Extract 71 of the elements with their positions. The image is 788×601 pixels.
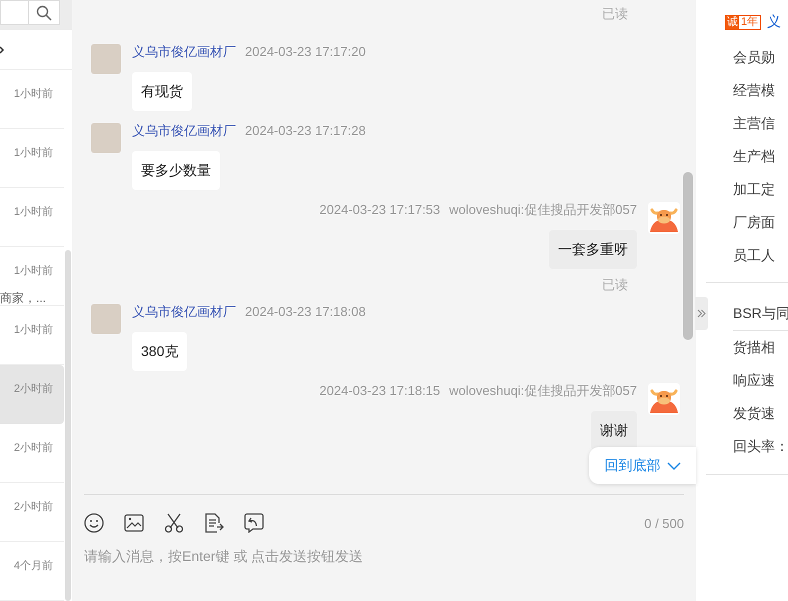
sender-name: woloveshuqi:促佳搜品开发部057 (449, 383, 637, 399)
double-chevron-icon (697, 309, 706, 318)
message-time: 2024-03-23 17:18:15 (319, 383, 440, 399)
conversation-time: 1小时前 (14, 265, 53, 278)
conversation-item[interactable]: 1小时前 (0, 70, 64, 129)
sender-name: 义乌市俊亿画材厂 (132, 44, 236, 60)
message-undo-icon[interactable] (244, 513, 264, 533)
message-time: 2024-03-23 17:17:53 (319, 202, 440, 218)
info-label: 员工人 (732, 246, 776, 265)
message-time: 2024-03-23 17:17:28 (245, 123, 366, 139)
conversation-time: 2小时前 (14, 501, 53, 514)
sender-name: woloveshuqi:促佳搜品开发部057 (449, 202, 637, 218)
expand-button[interactable] (695, 297, 708, 330)
chevron-icon[interactable] (0, 46, 5, 54)
info-label: 加工定 (732, 180, 776, 199)
shop-name-link[interactable]: 义 (767, 13, 782, 31)
scissors-icon[interactable] (164, 513, 184, 533)
search-icon (36, 4, 52, 20)
cow-avatar (648, 202, 680, 234)
photo-placeholder (91, 123, 121, 153)
scrollbar[interactable] (65, 250, 71, 601)
conversation-time: 4个月前 (14, 560, 53, 573)
message-bubble: 有现货 (132, 72, 192, 111)
photo-placeholder (91, 44, 121, 74)
rating-label: 发货速 (732, 404, 776, 423)
chevron-down-icon (666, 462, 680, 470)
image-icon[interactable] (124, 514, 144, 532)
conversation-time: 1小时前 (14, 88, 53, 101)
rating-label: 货描相 (732, 338, 776, 357)
conversation-time: 2小时前 (14, 442, 53, 455)
rating-label: BSR与同 (733, 297, 788, 331)
character-count: 0 / 500 (644, 516, 684, 530)
conversation-item[interactable]: 4个月前 (0, 542, 64, 601)
info-label: 生产档 (732, 147, 776, 166)
message-time: 2024-03-23 17:18:08 (245, 304, 366, 320)
back-to-bottom-button[interactable]: 回到底部 (589, 447, 696, 484)
integrity-badge: 诚 1年 (725, 14, 762, 30)
message-bubble: 一套多重呀 (549, 230, 637, 269)
conversation-item[interactable]: 2小时前 (0, 365, 64, 424)
conversation-time: 1小时前 (14, 147, 53, 160)
rating-label: 响应速 (732, 371, 776, 390)
conversation-item[interactable]: 1小时前 (0, 129, 64, 188)
conversation-item[interactable]: 1小时前 商家，... (0, 247, 64, 306)
info-label: 会员勋 (732, 48, 776, 67)
conversation-item[interactable]: 2小时前 (0, 424, 64, 483)
info-label: 经营模 (732, 81, 776, 100)
sender-name: 义乌市俊亿画材厂 (132, 123, 236, 139)
search-field[interactable] (0, 0, 28, 25)
read-receipt: 已读 (601, 277, 629, 293)
message-bubble: 谢谢 (591, 411, 637, 450)
message-input[interactable]: 请输入消息，按Enter键 或 点击发送按钮发送 (84, 546, 684, 566)
photo-placeholder (91, 304, 121, 334)
read-receipt: 已读 (601, 6, 629, 22)
emoji-icon[interactable] (84, 513, 104, 533)
info-label: 主营信 (732, 114, 776, 133)
message-bubble: 380克 (132, 332, 188, 371)
cow-avatar (648, 383, 680, 415)
document-icon[interactable] (204, 513, 224, 533)
rating-label: 回头率： (732, 437, 788, 456)
conversation-item[interactable]: 1小时前 (0, 188, 64, 247)
search-button[interactable] (28, 0, 60, 25)
scrollbar[interactable] (683, 172, 693, 340)
sender-name: 义乌市俊亿画材厂 (132, 304, 236, 320)
conversation-time: 2小时前 (14, 383, 53, 396)
info-label: 厂房面 (732, 213, 776, 232)
conversation-time: 1小时前 (14, 324, 53, 337)
conversation-time: 1小时前 (14, 206, 53, 219)
conversation-item[interactable]: 2小时前 (0, 483, 64, 542)
message-preview: 商家，... (0, 290, 46, 307)
message-time: 2024-03-23 17:17:20 (245, 44, 366, 60)
message-bubble: 要多少数量 (132, 151, 220, 190)
